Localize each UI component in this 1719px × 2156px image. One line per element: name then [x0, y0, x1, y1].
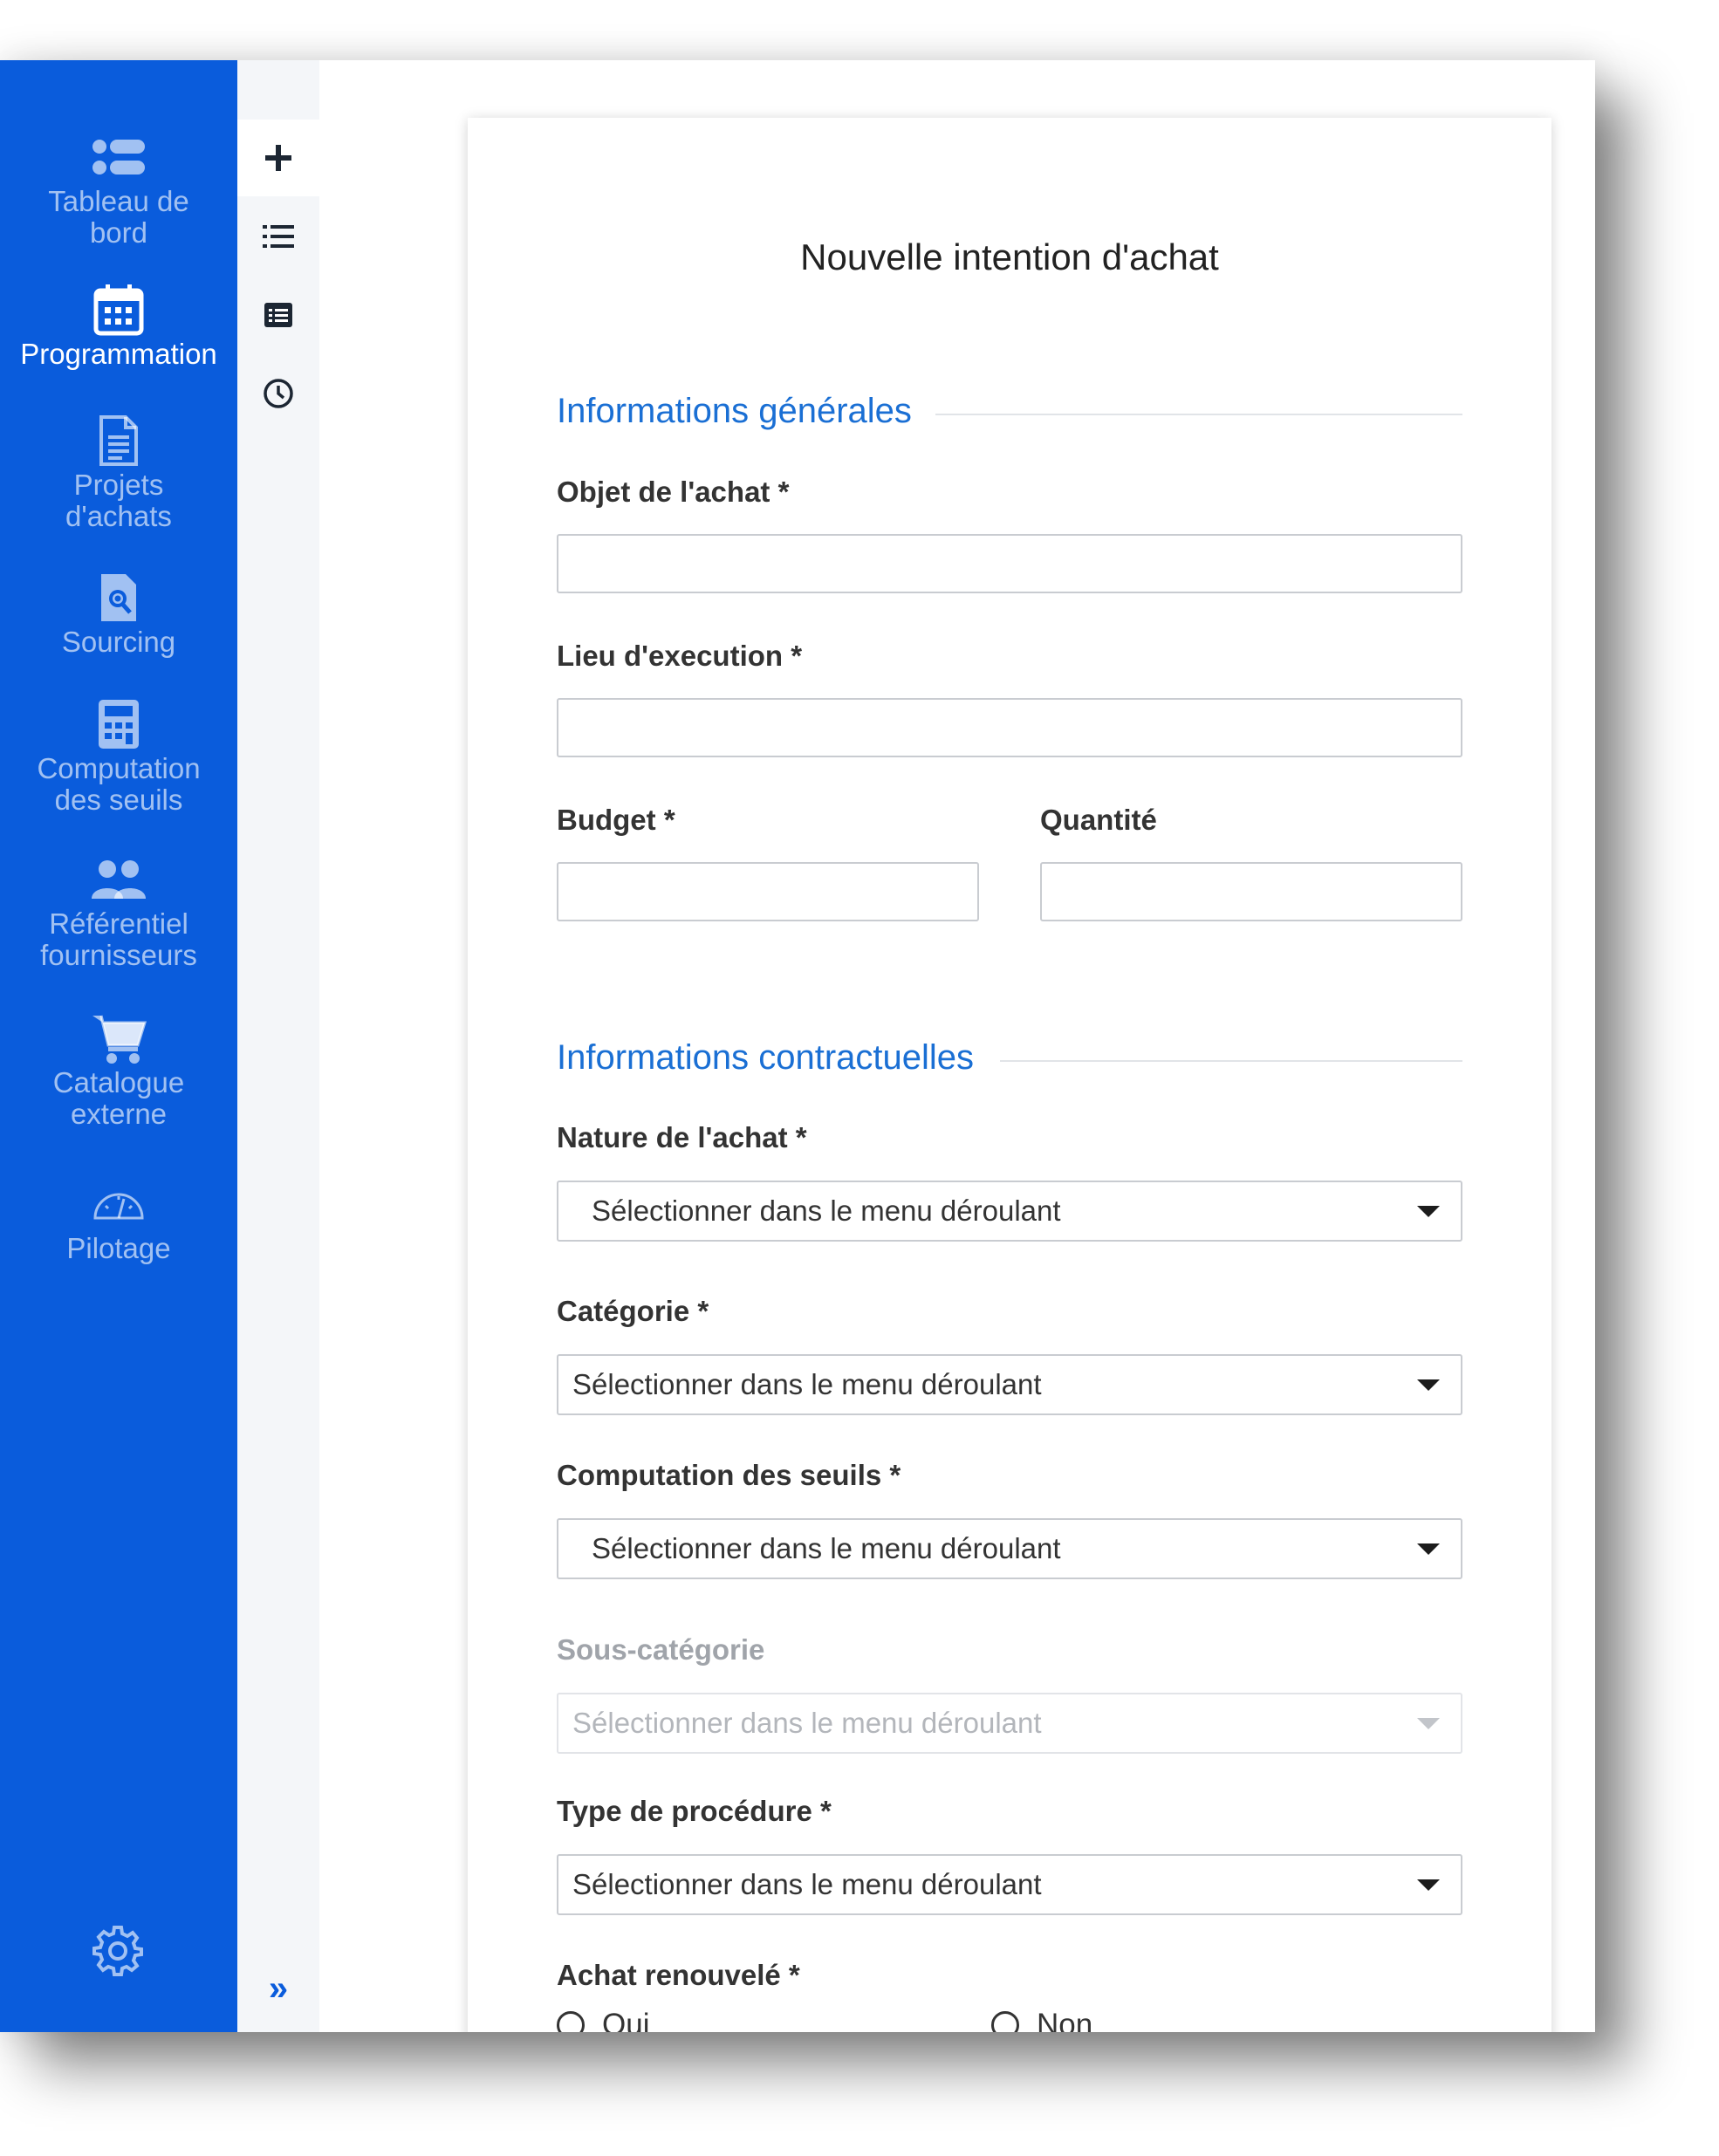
radio-circle — [991, 2011, 1019, 2032]
gauge-icon — [92, 1177, 145, 1231]
computation-select[interactable]: Sélectionner dans le menu déroulant — [557, 1518, 1462, 1579]
sidebar-item-label: Pilotage — [66, 1232, 171, 1264]
computation-label: Computation des seuils * — [557, 1459, 901, 1491]
budget-input[interactable] — [557, 862, 979, 921]
calculator-icon — [97, 697, 140, 751]
history-button[interactable] — [237, 355, 319, 432]
radio-label: Oui — [602, 2008, 650, 2032]
procedure-label: Type de procédure * — [557, 1795, 832, 1827]
renouvele-label: Achat renouvelé * — [557, 1959, 800, 1991]
main-content: Nouvelle intention d'achat Informations … — [319, 60, 1595, 2032]
section-title-contract: Informations contractuelles — [557, 1038, 975, 1077]
sidebar-item-sourcing[interactable]: Sourcing — [0, 571, 237, 658]
objet-input[interactable] — [557, 534, 1462, 593]
procedure-select[interactable]: Sélectionner dans le menu déroulant — [557, 1854, 1462, 1915]
quantite-input[interactable] — [1040, 862, 1462, 921]
section-title-general: Informations générales — [557, 392, 912, 430]
calendar-icon — [93, 283, 144, 337]
secondary-toolbar: » — [237, 60, 323, 2032]
sidebar-item-label: Référentiel fournisseurs — [40, 907, 197, 971]
table-list-icon — [264, 303, 292, 327]
plus-icon — [265, 145, 291, 171]
chevron-down-icon — [1417, 1717, 1440, 1729]
document-icon — [98, 414, 140, 468]
clock-icon — [264, 379, 293, 408]
sidebar-item-pilotage[interactable]: Pilotage — [0, 1177, 237, 1264]
main-sidebar: Tableau de bord Programmation Projets d'… — [0, 60, 237, 2032]
settings-button[interactable] — [89, 1922, 147, 1980]
chevron-down-icon — [1417, 1205, 1440, 1217]
radio-circle — [557, 2011, 585, 2032]
sidebar-item-referentiel-fournisseurs[interactable]: Référentiel fournisseurs — [0, 852, 237, 971]
lieu-input[interactable] — [557, 698, 1462, 757]
users-icon — [90, 852, 147, 907]
document-search-icon — [98, 571, 140, 625]
sidebar-item-projets-dachats[interactable]: Projets d'achats — [0, 414, 237, 532]
quantite-label: Quantité — [1040, 804, 1157, 836]
objet-label: Objet de l'achat * — [557, 476, 790, 508]
purchase-intention-form: Nouvelle intention d'achat Informations … — [468, 118, 1551, 2032]
sidebar-item-catalogue-externe[interactable]: Catalogue externe — [0, 1011, 237, 1130]
nature-label: Nature de l'achat * — [557, 1121, 807, 1153]
cart-icon — [91, 1011, 147, 1065]
sidebar-item-label: Programmation — [20, 338, 217, 370]
chevron-down-icon — [1417, 1379, 1440, 1391]
sidebar-item-label: Computation des seuils — [37, 752, 201, 816]
section-divider — [1000, 1060, 1462, 1062]
renouvele-non-radio[interactable]: Non — [991, 2008, 1092, 2032]
computation-select-value: Sélectionner dans le menu déroulant — [592, 1532, 1061, 1564]
categorie-select-value: Sélectionner dans le menu déroulant — [572, 1368, 1042, 1400]
table-view-button[interactable] — [237, 277, 319, 353]
procedure-select-value: Sélectionner dans le menu déroulant — [572, 1868, 1042, 1900]
gear-icon — [92, 1926, 143, 1976]
dashboard-icon — [92, 130, 146, 184]
categorie-select[interactable]: Sélectionner dans le menu déroulant — [557, 1354, 1462, 1415]
sidebar-item-label: Tableau de bord — [48, 185, 189, 249]
souscategorie-select: Sélectionner dans le menu déroulant — [557, 1693, 1462, 1754]
lieu-label: Lieu d'execution * — [557, 640, 803, 672]
sidebar-item-label: Catalogue externe — [52, 1066, 185, 1130]
nature-select[interactable]: Sélectionner dans le menu déroulant — [557, 1181, 1462, 1242]
sidebar-item-programmation[interactable]: Programmation — [0, 283, 237, 370]
categorie-label: Catégorie * — [557, 1295, 709, 1327]
chevron-down-icon — [1417, 1879, 1440, 1891]
budget-label: Budget * — [557, 804, 675, 836]
list-view-button[interactable] — [237, 198, 319, 275]
new-intention-button[interactable] — [237, 120, 323, 196]
form-title: Nouvelle intention d'achat — [800, 236, 1219, 277]
sidebar-item-label: Sourcing — [61, 626, 176, 658]
list-icon — [263, 225, 294, 248]
sidebar-item-computation-des-seuils[interactable]: Computation des seuils — [0, 697, 237, 816]
expand-sidebar-button[interactable]: » — [237, 1962, 319, 2015]
nature-select-value: Sélectionner dans le menu déroulant — [592, 1194, 1061, 1227]
section-divider — [935, 414, 1462, 415]
renouvele-oui-radio[interactable]: Oui — [557, 2008, 649, 2032]
sidebar-item-tableau-de-bord[interactable]: Tableau de bord — [0, 130, 237, 249]
chevron-down-icon — [1417, 1543, 1440, 1555]
souscategorie-select-value: Sélectionner dans le menu déroulant — [572, 1707, 1042, 1739]
app-window: Tableau de bord Programmation Projets d'… — [0, 60, 1595, 2032]
sidebar-item-label: Projets d'achats — [65, 469, 172, 532]
souscategorie-label: Sous-catégorie — [557, 1633, 765, 1666]
radio-label: Non — [1037, 2008, 1093, 2032]
